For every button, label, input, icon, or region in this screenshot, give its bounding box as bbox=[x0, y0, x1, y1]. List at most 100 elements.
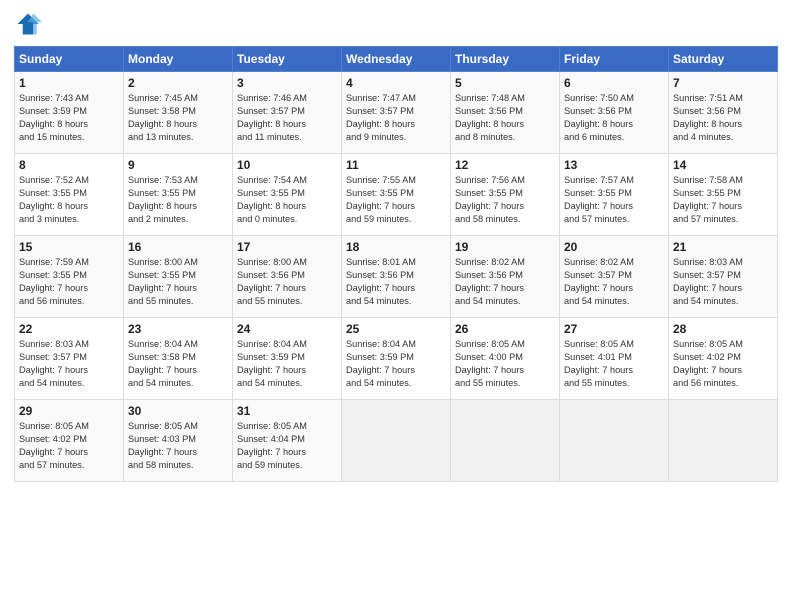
day-info: Sunrise: 8:03 AMSunset: 3:57 PMDaylight:… bbox=[19, 339, 89, 388]
calendar-day-25: 25Sunrise: 8:04 AMSunset: 3:59 PMDayligh… bbox=[342, 318, 451, 400]
day-number: 7 bbox=[673, 76, 773, 90]
day-number: 29 bbox=[19, 404, 119, 418]
day-info: Sunrise: 7:47 AMSunset: 3:57 PMDaylight:… bbox=[346, 93, 416, 142]
calendar-week-4: 22 Sunrise: 8:03 AMSunset: 3:57 PMDayligh… bbox=[15, 318, 778, 400]
day-number: 10 bbox=[237, 158, 337, 172]
day-number: 24 bbox=[237, 322, 337, 336]
calendar-day-7: 7 Sunrise: 7:51 AMSunset: 3:56 PMDaylight… bbox=[669, 72, 778, 154]
day-number: 26 bbox=[455, 322, 555, 336]
calendar-day-21: 21Sunrise: 8:03 AMSunset: 3:57 PMDayligh… bbox=[669, 236, 778, 318]
calendar-day-empty bbox=[342, 400, 451, 482]
day-number: 5 bbox=[455, 76, 555, 90]
calendar-day-10: 10 Sunrise: 7:54 AMSunset: 3:55 PMDayligh… bbox=[233, 154, 342, 236]
day-number: 11 bbox=[346, 158, 446, 172]
calendar-day-27: 27Sunrise: 8:05 AMSunset: 4:01 PMDayligh… bbox=[560, 318, 669, 400]
calendar-week-5: 29Sunrise: 8:05 AMSunset: 4:02 PMDayligh… bbox=[15, 400, 778, 482]
day-info: Sunrise: 7:51 AMSunset: 3:56 PMDaylight:… bbox=[673, 93, 743, 142]
calendar-day-19: 19 Sunrise: 8:02 AMSunset: 3:56 PMDayligh… bbox=[451, 236, 560, 318]
day-number: 27 bbox=[564, 322, 664, 336]
day-info: Sunrise: 8:00 AMSunset: 3:55 PMDaylight:… bbox=[128, 257, 198, 306]
calendar-day-20: 20Sunrise: 8:02 AMSunset: 3:57 PMDayligh… bbox=[560, 236, 669, 318]
page-container: Sunday Monday Tuesday Wednesday Thursday… bbox=[0, 0, 792, 492]
day-number: 8 bbox=[19, 158, 119, 172]
calendar-day-16: 16 Sunrise: 8:00 AMSunset: 3:55 PMDayligh… bbox=[124, 236, 233, 318]
day-number: 9 bbox=[128, 158, 228, 172]
day-info: Sunrise: 8:00 AMSunset: 3:56 PMDaylight:… bbox=[237, 257, 307, 306]
calendar-day-14: 14 Sunrise: 7:58 AMSunset: 3:55 PMDayligh… bbox=[669, 154, 778, 236]
col-saturday: Saturday bbox=[669, 47, 778, 72]
day-number: 16 bbox=[128, 240, 228, 254]
day-number: 1 bbox=[19, 76, 119, 90]
calendar-day-empty bbox=[669, 400, 778, 482]
calendar-day-2: 2 Sunrise: 7:45 AMSunset: 3:58 PMDaylight… bbox=[124, 72, 233, 154]
day-info: Sunrise: 7:48 AMSunset: 3:56 PMDaylight:… bbox=[455, 93, 525, 142]
day-info: Sunrise: 7:52 AMSunset: 3:55 PMDaylight:… bbox=[19, 175, 89, 224]
col-monday: Monday bbox=[124, 47, 233, 72]
day-info: Sunrise: 8:04 AMSunset: 3:59 PMDaylight:… bbox=[237, 339, 307, 388]
logo-icon bbox=[14, 10, 42, 38]
calendar-day-31: 31 Sunrise: 8:05 AMSunset: 4:04 PMDayligh… bbox=[233, 400, 342, 482]
day-info: Sunrise: 8:05 AMSunset: 4:02 PMDaylight:… bbox=[673, 339, 743, 388]
day-number: 3 bbox=[237, 76, 337, 90]
calendar-day-5: 5 Sunrise: 7:48 AMSunset: 3:56 PMDaylight… bbox=[451, 72, 560, 154]
calendar-day-22: 22 Sunrise: 8:03 AMSunset: 3:57 PMDayligh… bbox=[15, 318, 124, 400]
day-info: Sunrise: 7:43 AMSunset: 3:59 PMDaylight:… bbox=[19, 93, 89, 142]
day-info: Sunrise: 8:05 AMSunset: 4:03 PMDaylight:… bbox=[128, 421, 198, 470]
day-number: 28 bbox=[673, 322, 773, 336]
calendar-day-1: 1 Sunrise: 7:43 AMSunset: 3:59 PMDaylight… bbox=[15, 72, 124, 154]
day-number: 20 bbox=[564, 240, 664, 254]
calendar-day-29: 29Sunrise: 8:05 AMSunset: 4:02 PMDayligh… bbox=[15, 400, 124, 482]
day-number: 6 bbox=[564, 76, 664, 90]
day-number: 4 bbox=[346, 76, 446, 90]
day-number: 17 bbox=[237, 240, 337, 254]
calendar-week-1: 1 Sunrise: 7:43 AMSunset: 3:59 PMDaylight… bbox=[15, 72, 778, 154]
day-number: 31 bbox=[237, 404, 337, 418]
calendar-day-9: 9 Sunrise: 7:53 AMSunset: 3:55 PMDaylight… bbox=[124, 154, 233, 236]
logo bbox=[14, 10, 46, 38]
calendar-day-30: 30Sunrise: 8:05 AMSunset: 4:03 PMDayligh… bbox=[124, 400, 233, 482]
day-info: Sunrise: 7:59 AMSunset: 3:55 PMDaylight:… bbox=[19, 257, 89, 306]
col-wednesday: Wednesday bbox=[342, 47, 451, 72]
calendar-day-4: 4 Sunrise: 7:47 AMSunset: 3:57 PMDaylight… bbox=[342, 72, 451, 154]
calendar-table: Sunday Monday Tuesday Wednesday Thursday… bbox=[14, 46, 778, 482]
day-number: 14 bbox=[673, 158, 773, 172]
day-info: Sunrise: 8:03 AMSunset: 3:57 PMDaylight:… bbox=[673, 257, 743, 306]
day-info: Sunrise: 7:58 AMSunset: 3:55 PMDaylight:… bbox=[673, 175, 743, 224]
day-info: Sunrise: 7:53 AMSunset: 3:55 PMDaylight:… bbox=[128, 175, 198, 224]
day-info: Sunrise: 8:04 AMSunset: 3:58 PMDaylight:… bbox=[128, 339, 198, 388]
day-info: Sunrise: 8:05 AMSunset: 4:00 PMDaylight:… bbox=[455, 339, 525, 388]
header bbox=[14, 10, 778, 38]
calendar-day-empty bbox=[451, 400, 560, 482]
header-row: Sunday Monday Tuesday Wednesday Thursday… bbox=[15, 47, 778, 72]
day-number: 15 bbox=[19, 240, 119, 254]
calendar-day-8: 8 Sunrise: 7:52 AMSunset: 3:55 PMDaylight… bbox=[15, 154, 124, 236]
calendar-day-17: 17 Sunrise: 8:00 AMSunset: 3:56 PMDayligh… bbox=[233, 236, 342, 318]
calendar-day-6: 6 Sunrise: 7:50 AMSunset: 3:56 PMDaylight… bbox=[560, 72, 669, 154]
day-info: Sunrise: 8:05 AMSunset: 4:04 PMDaylight:… bbox=[237, 421, 307, 470]
calendar-day-15: 15 Sunrise: 7:59 AMSunset: 3:55 PMDayligh… bbox=[15, 236, 124, 318]
calendar-week-2: 8 Sunrise: 7:52 AMSunset: 3:55 PMDaylight… bbox=[15, 154, 778, 236]
day-number: 12 bbox=[455, 158, 555, 172]
calendar-day-26: 26 Sunrise: 8:05 AMSunset: 4:00 PMDayligh… bbox=[451, 318, 560, 400]
col-thursday: Thursday bbox=[451, 47, 560, 72]
calendar-day-empty bbox=[560, 400, 669, 482]
day-info: Sunrise: 7:45 AMSunset: 3:58 PMDaylight:… bbox=[128, 93, 198, 142]
day-info: Sunrise: 7:55 AMSunset: 3:55 PMDaylight:… bbox=[346, 175, 416, 224]
calendar-day-13: 13Sunrise: 7:57 AMSunset: 3:55 PMDayligh… bbox=[560, 154, 669, 236]
day-info: Sunrise: 7:54 AMSunset: 3:55 PMDaylight:… bbox=[237, 175, 307, 224]
day-info: Sunrise: 8:04 AMSunset: 3:59 PMDaylight:… bbox=[346, 339, 416, 388]
day-number: 23 bbox=[128, 322, 228, 336]
calendar-day-11: 11 Sunrise: 7:55 AMSunset: 3:55 PMDayligh… bbox=[342, 154, 451, 236]
day-number: 2 bbox=[128, 76, 228, 90]
calendar-day-3: 3Sunrise: 7:46 AMSunset: 3:57 PMDaylight… bbox=[233, 72, 342, 154]
day-number: 19 bbox=[455, 240, 555, 254]
col-friday: Friday bbox=[560, 47, 669, 72]
calendar-day-24: 24 Sunrise: 8:04 AMSunset: 3:59 PMDayligh… bbox=[233, 318, 342, 400]
day-info: Sunrise: 7:50 AMSunset: 3:56 PMDaylight:… bbox=[564, 93, 634, 142]
calendar-week-3: 15 Sunrise: 7:59 AMSunset: 3:55 PMDayligh… bbox=[15, 236, 778, 318]
day-info: Sunrise: 8:02 AMSunset: 3:56 PMDaylight:… bbox=[455, 257, 525, 306]
day-number: 22 bbox=[19, 322, 119, 336]
calendar-day-28: 28 Sunrise: 8:05 AMSunset: 4:02 PMDayligh… bbox=[669, 318, 778, 400]
day-info: Sunrise: 7:56 AMSunset: 3:55 PMDaylight:… bbox=[455, 175, 525, 224]
day-info: Sunrise: 8:01 AMSunset: 3:56 PMDaylight:… bbox=[346, 257, 416, 306]
